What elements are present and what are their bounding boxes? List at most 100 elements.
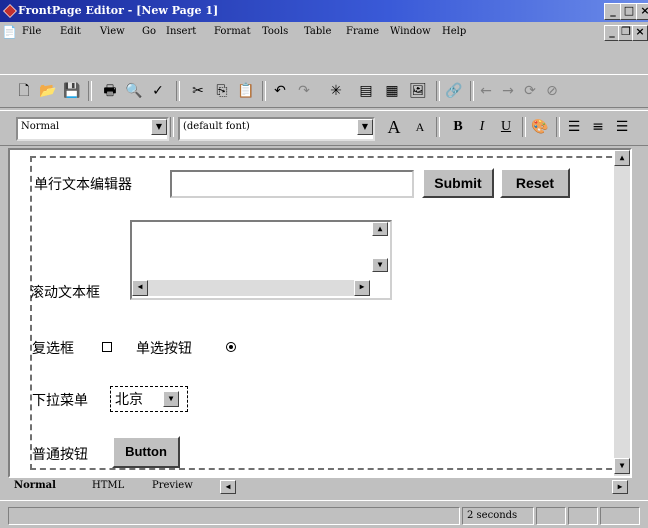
refresh-icon[interactable]: ⟳	[520, 81, 540, 101]
menu-file[interactable]: File	[22, 26, 41, 37]
toolbar-separator	[556, 117, 560, 137]
pushbutton-label: 普通按钮	[32, 447, 88, 463]
toolbar-separator	[522, 117, 526, 137]
open-folder-icon[interactable]: 📂	[38, 81, 58, 101]
print-icon[interactable]: 🖶	[100, 81, 120, 101]
toolbar-separator	[88, 81, 92, 101]
close-button[interactable]: ×	[636, 3, 648, 20]
menu-window[interactable]: Window	[390, 26, 431, 37]
radio-button[interactable]	[226, 342, 236, 352]
format-toolbar: Normal ▼ (default font) ▼ A A B I U 🎨 ☰ …	[0, 110, 648, 146]
checkbox[interactable]	[102, 342, 112, 352]
save-icon[interactable]: 💾	[62, 81, 82, 101]
window-title: FrontPage Editor - [New Page 1]	[18, 4, 219, 17]
scroll-up-arrow-icon[interactable]: ▲	[614, 150, 630, 166]
scroll-right-arrow-icon[interactable]: ▶	[612, 480, 628, 494]
toolbar-separator	[470, 81, 474, 101]
scroll-left-arrow-icon[interactable]: ◀	[132, 280, 148, 296]
tab-html[interactable]: HTML	[92, 480, 124, 491]
dropdown-arrow-icon[interactable]: ▼	[151, 119, 167, 135]
view-tabs: Normal HTML Preview ◀ ▶	[8, 478, 632, 498]
italic-button[interactable]: I	[472, 117, 492, 137]
status-bar: 2 seconds	[0, 500, 648, 528]
bold-button[interactable]: B	[448, 117, 468, 137]
status-panel	[600, 507, 640, 525]
dropdown-value[interactable]: 北京	[115, 389, 143, 409]
standard-toolbar: 🗋 📂 💾 🖶 🔍 ✓ ✂ ⎘ 📋 ↶ ↷ ✳ ▤ ▦ 🖼 🔗 ← → ⟳ ⊘	[0, 74, 648, 108]
new-page-icon[interactable]: 🗋	[14, 81, 34, 101]
back-icon[interactable]: ←	[476, 81, 496, 101]
scroll-right-arrow-icon[interactable]: ▶	[354, 280, 370, 296]
status-panel	[536, 507, 566, 525]
undo-icon[interactable]: ↶	[270, 81, 290, 101]
vertical-scrollbar[interactable]: ▲ ▼	[614, 150, 630, 476]
textline-label: 单行文本编辑器	[34, 177, 132, 193]
menu-go[interactable]: Go	[142, 26, 156, 37]
align-left-icon[interactable]: ☰	[564, 117, 584, 137]
insert-webbot-icon[interactable]: ✳	[326, 81, 346, 101]
status-panel	[568, 507, 598, 525]
menu-help[interactable]: Help	[442, 26, 466, 37]
menu-tools[interactable]: Tools	[262, 26, 288, 37]
doc-close-button[interactable]: ×	[632, 25, 648, 41]
scroll-up-arrow-icon[interactable]: ▲	[372, 222, 388, 236]
underline-button[interactable]: U	[496, 117, 516, 137]
menu-frame[interactable]: Frame	[346, 26, 379, 37]
form-boundary: 单行文本编辑器 Submit Reset 滚动文本框 ▲ ▼ ◀ ▶ 复选框 单…	[30, 156, 622, 470]
menu-insert[interactable]: Insert	[166, 26, 196, 37]
single-line-textbox[interactable]	[170, 170, 414, 198]
generic-button[interactable]: Button	[112, 436, 180, 468]
dropdown-label: 下拉菜单	[32, 393, 88, 409]
menu-view[interactable]: View	[100, 26, 125, 37]
menu-bar: 📄 File Edit View Go Insert Format Tools …	[0, 22, 648, 42]
frontpage-app-icon[interactable]	[3, 4, 17, 18]
paste-icon[interactable]: 📋	[236, 81, 256, 101]
scroll-down-arrow-icon[interactable]: ▼	[614, 458, 630, 474]
menu-edit[interactable]: Edit	[60, 26, 81, 37]
checkbox-label: 复选框	[32, 341, 74, 357]
text-color-icon[interactable]: 🎨	[530, 117, 550, 137]
decrease-font-icon[interactable]: A	[410, 117, 430, 137]
style-dropdown[interactable]: Normal ▼	[16, 117, 169, 141]
style-value: Normal	[21, 121, 60, 132]
toolbar-separator	[436, 81, 440, 101]
menu-table[interactable]: Table	[304, 26, 331, 37]
dropdown-selection-frame: 北京 ▼	[110, 386, 188, 412]
radio-dot	[229, 345, 233, 349]
form-field-icon[interactable]: ▤	[356, 81, 376, 101]
increase-font-icon[interactable]: A	[384, 117, 404, 137]
align-center-icon[interactable]: ≡	[588, 117, 608, 137]
radio-label: 单选按钮	[136, 341, 192, 357]
title-bar[interactable]: FrontPage Editor - [New Page 1] _ □ ×	[0, 0, 648, 22]
submit-button[interactable]: Submit	[422, 168, 494, 198]
reset-button[interactable]: Reset	[500, 168, 570, 198]
load-time: 2 seconds	[462, 507, 534, 525]
tab-preview[interactable]: Preview	[152, 480, 193, 491]
toolbar-separator	[176, 81, 180, 101]
hyperlink-icon[interactable]: 🔗	[444, 81, 464, 101]
stop-icon[interactable]: ⊘	[542, 81, 562, 101]
toolbar-separator	[262, 81, 266, 101]
spelling-icon[interactable]: ✓	[148, 81, 168, 101]
toolbar-separator	[170, 117, 174, 137]
insert-image-icon[interactable]: 🖼	[408, 81, 428, 101]
cut-icon[interactable]: ✂	[188, 81, 208, 101]
menu-format[interactable]: Format	[214, 26, 251, 37]
horizontal-scrollbar-track[interactable]	[148, 280, 354, 296]
scroll-left-arrow-icon[interactable]: ◀	[220, 480, 236, 494]
dropdown-arrow-icon[interactable]: ▼	[357, 119, 373, 135]
status-message-panel	[8, 507, 460, 525]
document-icon[interactable]: 📄	[2, 25, 17, 39]
redo-icon[interactable]: ↷	[294, 81, 314, 101]
font-dropdown[interactable]: (default font) ▼	[178, 117, 375, 141]
forward-icon[interactable]: →	[498, 81, 518, 101]
insert-table-icon[interactable]: ▦	[382, 81, 402, 101]
align-right-icon[interactable]: ☰	[612, 117, 632, 137]
editor-canvas[interactable]: 单行文本编辑器 Submit Reset 滚动文本框 ▲ ▼ ◀ ▶ 复选框 单…	[8, 148, 632, 478]
copy-icon[interactable]: ⎘	[212, 81, 232, 101]
scroll-down-arrow-icon[interactable]: ▼	[372, 258, 388, 272]
scrolling-textarea[interactable]: ▲ ▼ ◀ ▶	[130, 220, 392, 300]
print-preview-icon[interactable]: 🔍	[124, 81, 144, 101]
dropdown-arrow-icon[interactable]: ▼	[163, 391, 179, 407]
tab-normal[interactable]: Normal	[14, 480, 56, 491]
